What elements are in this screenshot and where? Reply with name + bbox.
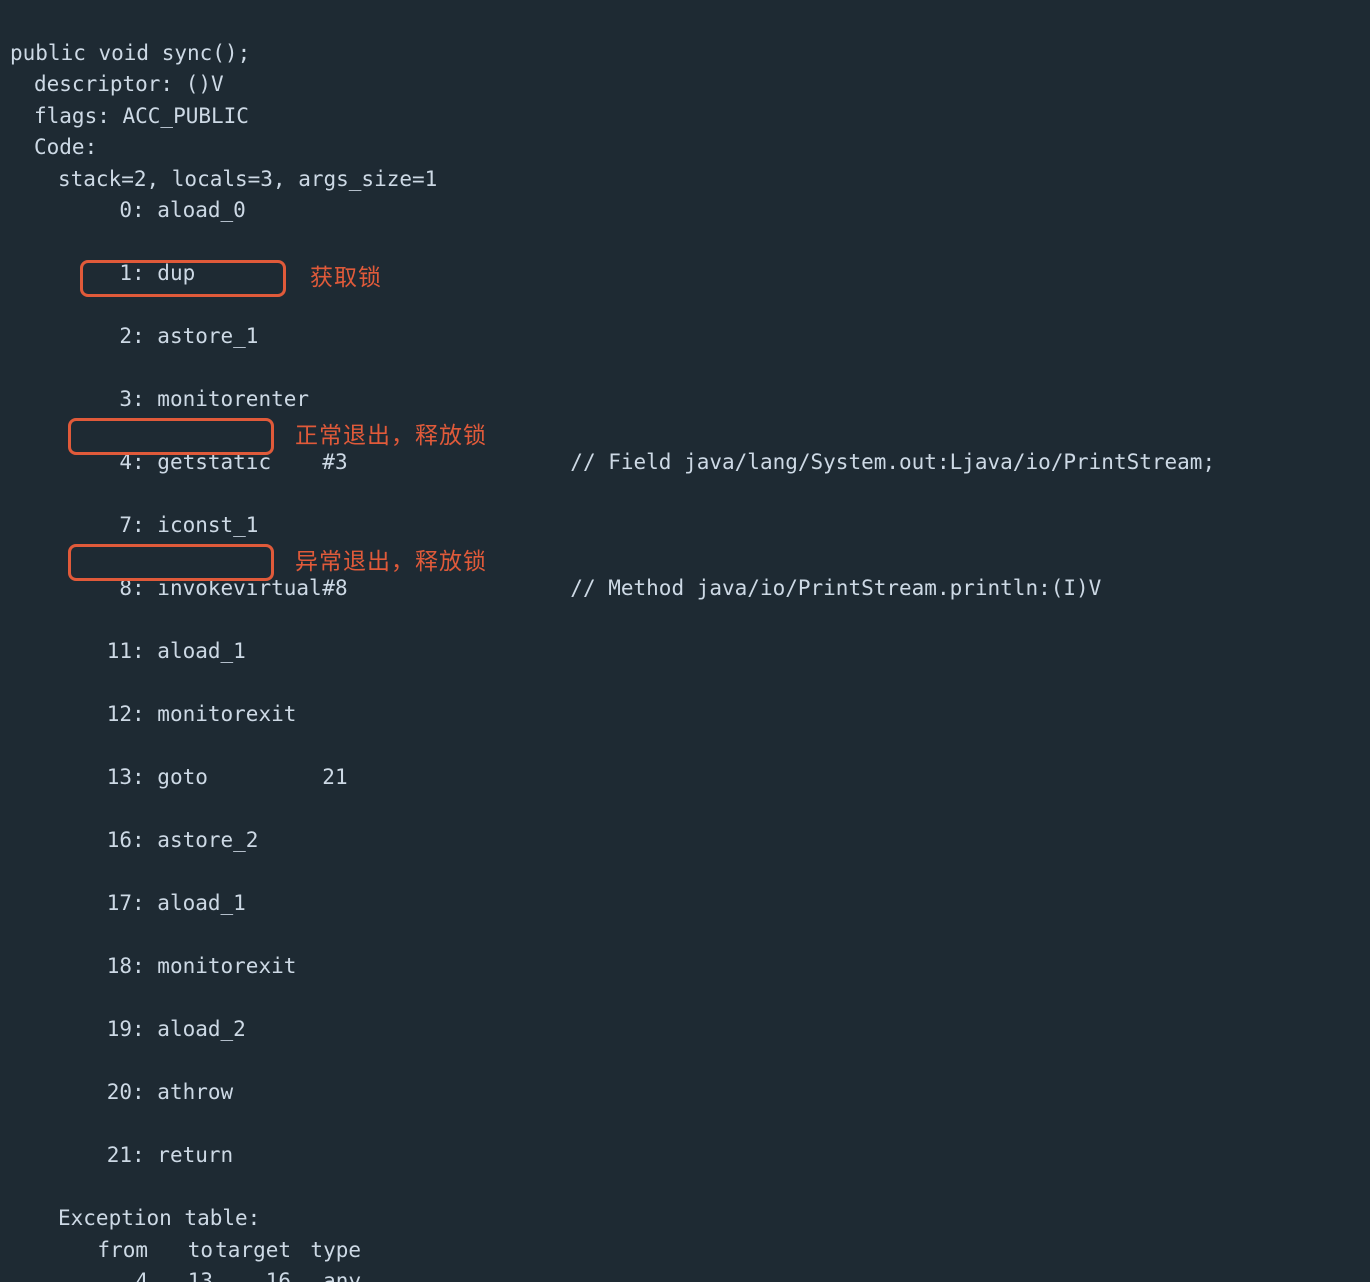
bc-row: 1: dup (10, 258, 1370, 290)
bc-row: 16: astore_2 (10, 825, 1370, 857)
bc-row: 17: aload_1 (10, 888, 1370, 920)
bc-row-monitorexit-1: 12: monitorexit (10, 699, 1370, 731)
exception-table-header: fromtotargettype (10, 1235, 361, 1267)
bytecode-listing: public void sync(); descriptor: ()V flag… (0, 0, 1370, 1282)
bc-row-monitorexit-2: 18: monitorexit (10, 951, 1370, 983)
bc-row: 19: aload_2 (10, 1014, 1370, 1046)
flags: flags: ACC_PUBLIC (10, 101, 249, 133)
bc-row: 11: aload_1 (10, 636, 1370, 668)
bc-row: 20: athrow (10, 1077, 1370, 1109)
stack-line: stack=2, locals=3, args_size=1 (10, 164, 437, 196)
code-label: Code: (10, 132, 97, 164)
method-decl: public void sync(); (10, 41, 250, 65)
bc-row: 2: astore_1 (10, 321, 1370, 353)
bc-row: 21: return (10, 1140, 1370, 1172)
exception-table-label: Exception table: (10, 1203, 260, 1235)
bc-row: 0: aload_0 (10, 195, 1370, 227)
bc-row: 8: invokevirtual#8// Method java/io/Prin… (10, 573, 1370, 605)
bc-row-monitorenter: 3: monitorenter (10, 384, 1370, 416)
bc-row: 4: getstatic#3// Field java/lang/System.… (10, 447, 1370, 479)
bc-row: 13: goto21 (10, 762, 1370, 794)
descriptor: descriptor: ()V (10, 69, 224, 101)
bc-row: 7: iconst_1 (10, 510, 1370, 542)
exception-table-row: 41316any (10, 1266, 361, 1282)
